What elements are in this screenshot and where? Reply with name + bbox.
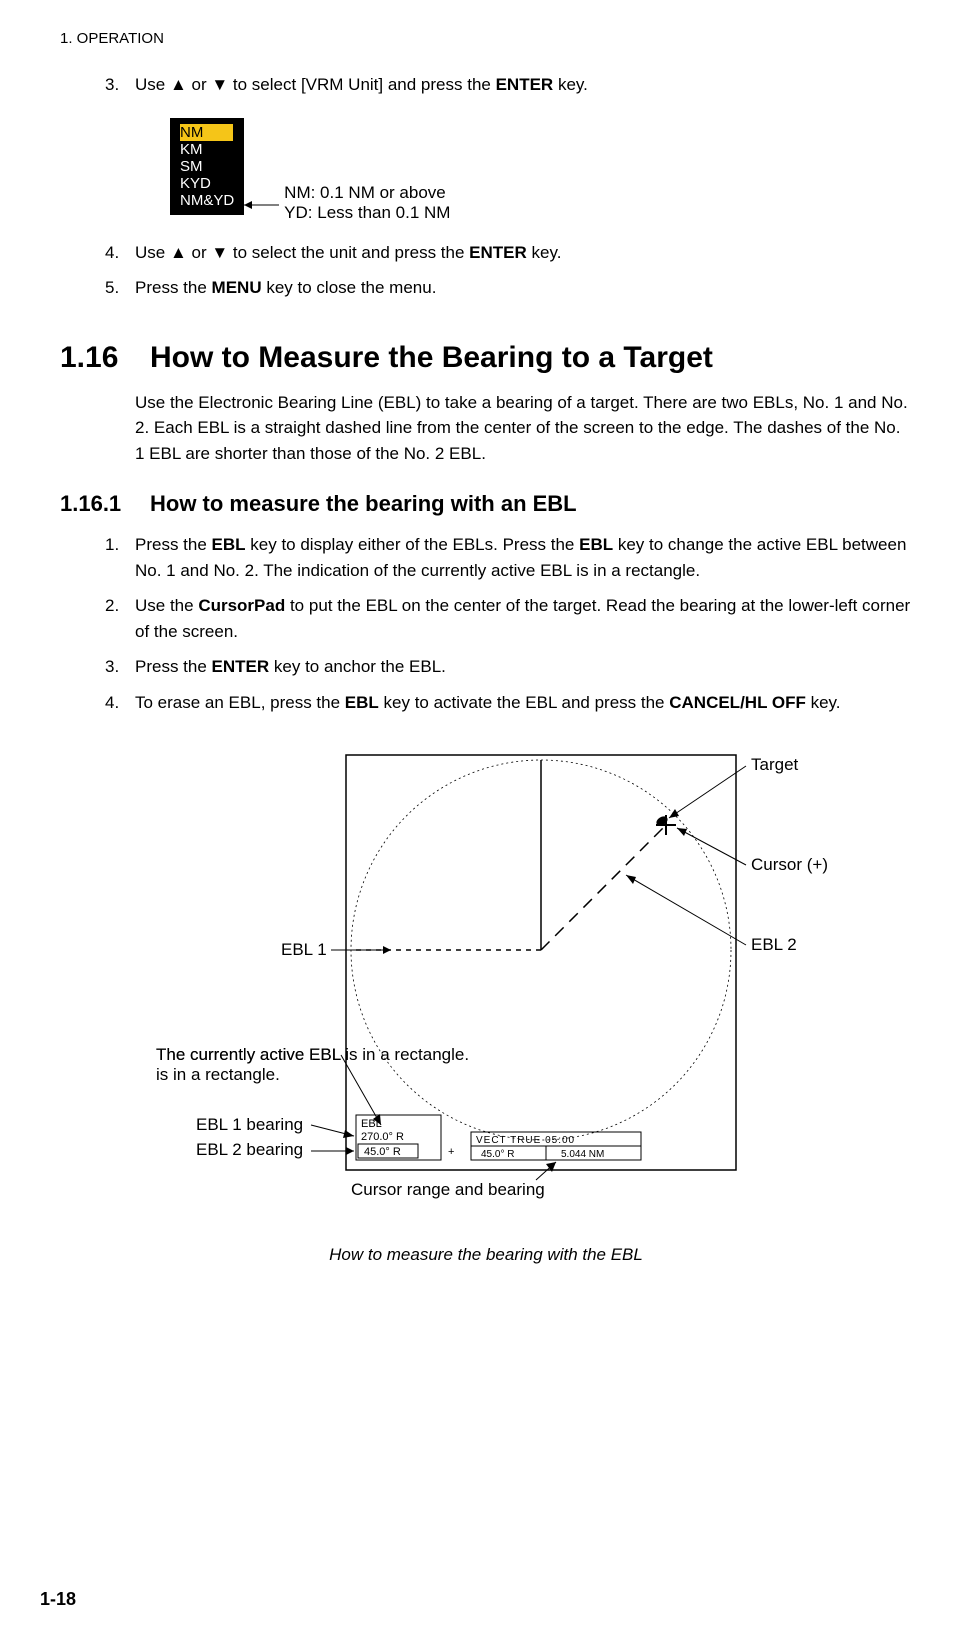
vrm-unit-menu: NM KM SM KYD NM&YD — [170, 118, 244, 215]
step-num: 3. — [105, 72, 135, 98]
ebl-step-3: 3.Press the ENTER key to anchor the EBL. — [135, 654, 912, 680]
step-4: 4.Use ▲ or ▼ to select the unit and pres… — [135, 240, 912, 266]
step-num: 4. — [105, 240, 135, 266]
menu-note: NM: 0.1 NM or above YD: Less than 0.1 NM — [284, 183, 450, 223]
section-para: Use the Electronic Bearing Line (EBL) to… — [135, 390, 912, 467]
step-3: 3.Use ▲ or ▼ to select [VRM Unit] and pr… — [135, 72, 912, 98]
ebl-diagram: EBL 270.0° R 45.0° R + VECT TRUE 05:00 4… — [60, 730, 912, 1265]
menu-item-nm: NM — [180, 124, 233, 141]
ebl-step-1: 1.Press the EBL key to display either of… — [135, 532, 912, 583]
menu-item-km: KM — [180, 141, 234, 158]
ebl-step-4: 4.To erase an EBL, press the EBL key to … — [135, 690, 912, 716]
svg-text:EBL 1 bearing: EBL 1 bearing — [196, 1115, 303, 1134]
svg-text:EBL 1: EBL 1 — [281, 940, 327, 959]
svg-text:Target: Target — [751, 755, 799, 774]
ebl-step-2: 2.Use the CursorPad to put the EBL on th… — [135, 593, 912, 644]
menu-item-kyd: KYD — [180, 175, 234, 192]
svg-text:Cursor (+): Cursor (+) — [751, 855, 828, 874]
figure-caption: How to measure the bearing with the EBL — [60, 1245, 912, 1265]
svg-text:Cursor range and bearing: Cursor range and bearing — [351, 1180, 545, 1199]
svg-text:+: + — [448, 1146, 454, 1158]
svg-text:The currently active EBL: The currently active EBL — [156, 1045, 341, 1064]
svg-text:45.0° R: 45.0° R — [481, 1149, 514, 1160]
svg-text:VECT TRUE 05:00: VECT TRUE 05:00 — [476, 1135, 575, 1146]
svg-text:45.0° R: 45.0° R — [364, 1146, 401, 1158]
arrow-icon — [244, 195, 284, 215]
menu-item-sm: SM — [180, 158, 234, 175]
page-number: 1-18 — [40, 1589, 76, 1610]
svg-text:is in a rectangle.: is in a rectangle. — [156, 1065, 280, 1084]
menu-item-nmyd: NM&YD — [180, 192, 234, 209]
svg-text:EBL 2: EBL 2 — [751, 935, 797, 954]
step-5: 5.Press the MENU key to close the menu. — [135, 275, 912, 301]
section-heading: 1.16How to Measure the Bearing to a Targ… — [60, 341, 912, 375]
svg-text:EBL 2 bearing: EBL 2 bearing — [196, 1140, 303, 1159]
step-num: 5. — [105, 275, 135, 301]
svg-text:270.0° R: 270.0° R — [361, 1131, 404, 1143]
chapter-header: 1. OPERATION — [60, 30, 912, 47]
subsection-heading: 1.16.1How to measure the bearing with an… — [60, 491, 912, 517]
svg-text:5.044 NM: 5.044 NM — [561, 1149, 604, 1160]
